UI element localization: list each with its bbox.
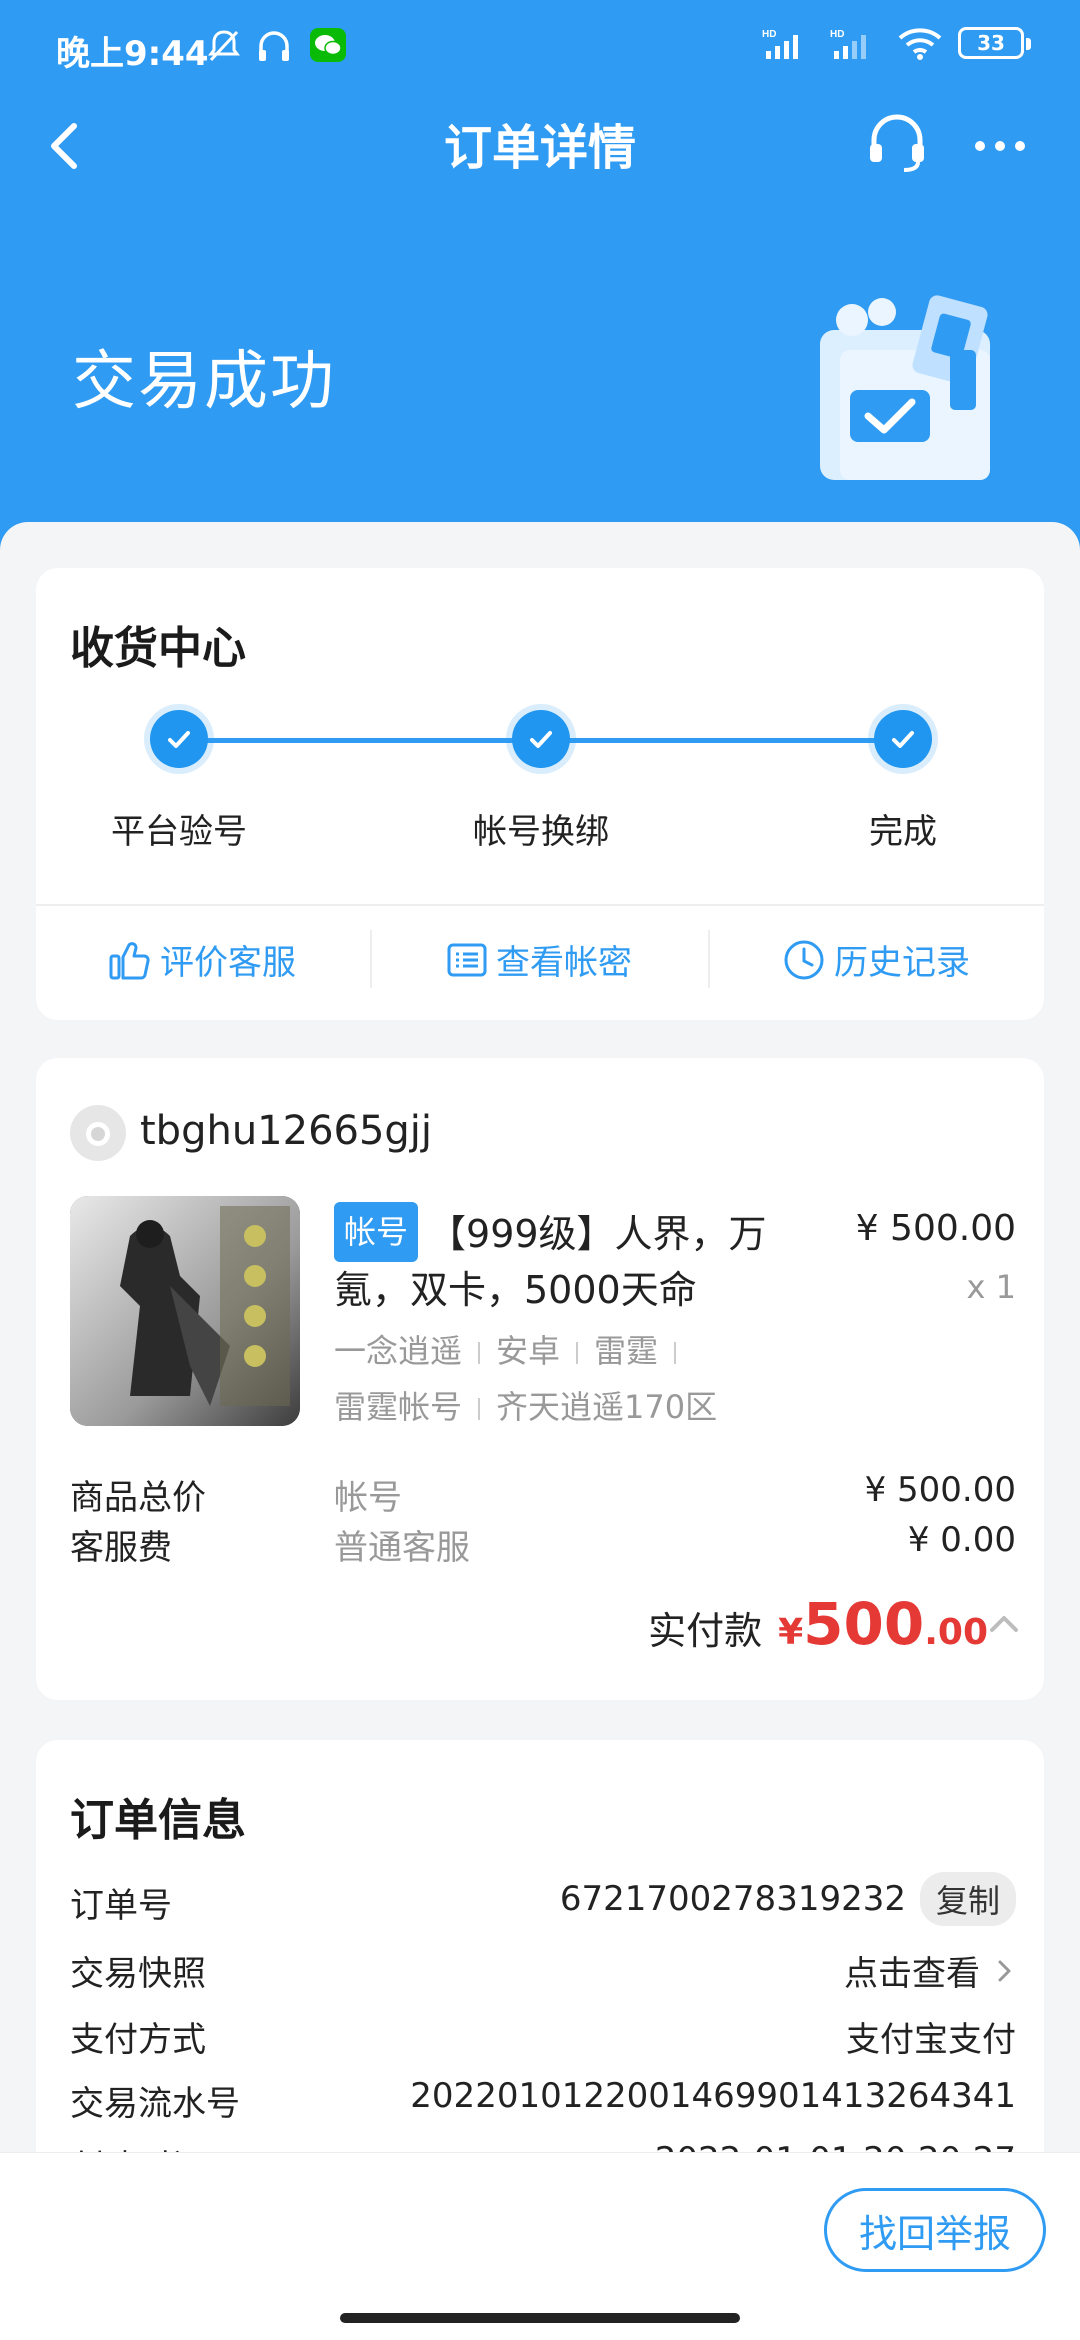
order-number: 6721700278319232 xyxy=(559,1879,906,1919)
amount-paid-decimal: .00 xyxy=(924,1612,988,1653)
thumbs-up-icon xyxy=(109,941,150,979)
copy-button[interactable]: 复制 xyxy=(919,1872,1016,1926)
step-check-1 xyxy=(150,710,208,768)
view-credentials-label: 查看帐密 xyxy=(496,943,632,983)
signal-icon: HD xyxy=(762,29,798,59)
success-illustration xyxy=(820,295,990,480)
amount-paid-label: 实付款 xyxy=(648,1609,763,1653)
order-number-label: 订单号 xyxy=(70,1886,172,1926)
amount-paid-currency: ¥ xyxy=(778,1612,804,1653)
amount-paid-integer: 500 xyxy=(803,1590,925,1658)
progress-line-1 xyxy=(178,738,538,743)
home-indicator xyxy=(340,2313,740,2323)
rate-service-label: 评价客服 xyxy=(160,943,296,983)
signal-icon-2: HD xyxy=(830,29,866,59)
product-thumbnail[interactable] xyxy=(70,1196,300,1426)
headset-status-icon xyxy=(259,31,289,61)
serial-number: 20220101220014699014132643​41 xyxy=(410,2076,1016,2116)
seller-avatar[interactable] xyxy=(70,1105,126,1161)
meta-game: 一念逍遥 xyxy=(334,1332,463,1370)
action-separator xyxy=(370,930,372,988)
order-status-title: 交易成功 xyxy=(72,345,336,419)
battery-indicator: 33 xyxy=(958,27,1031,59)
check-icon xyxy=(530,731,552,748)
order-number-row: 6721700278319232 复制 xyxy=(560,1872,1016,1926)
subtotal-type: 帐号 xyxy=(334,1478,402,1518)
delivery-title: 收货中心 xyxy=(70,623,246,674)
subtotal-value: ¥ 500.00 xyxy=(864,1470,1016,1510)
product-type-tag: 帐号 xyxy=(334,1202,419,1262)
mute-bell-icon xyxy=(208,30,240,62)
view-credentials-button[interactable]: 查看帐密 xyxy=(446,935,632,984)
clock-icon xyxy=(784,940,824,979)
history-button[interactable]: 历史记录 xyxy=(782,935,970,984)
payment-method-label: 支付方式 xyxy=(70,2020,206,2060)
card-divider xyxy=(36,904,1044,906)
meta-server: 齐天逍遥170区 xyxy=(496,1388,718,1426)
recovery-report-button[interactable]: 找回举报 xyxy=(824,2188,1046,2272)
meta-platform: 安卓 xyxy=(496,1332,561,1370)
chevron-up-icon[interactable] xyxy=(986,1608,1022,1638)
more-options-icon[interactable] xyxy=(970,116,1030,176)
product-meta-line-2: 雷霆帐号 齐天逍遥170区 xyxy=(334,1382,717,1428)
signal-hd-label-2: HD xyxy=(830,29,844,40)
meta-channel: 雷霆 xyxy=(594,1332,659,1370)
order-info-title: 订单信息 xyxy=(70,1795,246,1846)
signal-hd-label: HD xyxy=(762,29,776,40)
check-icon xyxy=(892,731,914,748)
service-fee-value: ¥ 0.00 xyxy=(907,1520,1016,1560)
wifi-icon xyxy=(898,28,942,60)
view-snapshot-link[interactable]: 点击查看 xyxy=(844,1946,1016,1995)
snapshot-value: 点击查看 xyxy=(844,1954,980,1994)
progress-line-2 xyxy=(540,738,902,743)
step-check-3 xyxy=(874,710,932,768)
check-icon xyxy=(168,731,190,748)
status-bar: 晚上9:44 HD HD 33 xyxy=(0,0,1080,96)
history-label: 历史记录 xyxy=(834,943,970,983)
product-title[interactable]: 帐号 【999级】人界，万氪，双卡，5000天命 xyxy=(334,1202,804,1318)
amount-paid: 实付款 ¥ 500 .00 xyxy=(648,1590,988,1658)
avatar-placeholder-icon xyxy=(86,1122,110,1146)
battery-level: 33 xyxy=(977,31,1005,55)
service-fee-type: 普通客服 xyxy=(334,1528,470,1568)
serial-number-label: 交易流水号 xyxy=(70,2084,240,2124)
step-label-verify: 平台验号 xyxy=(111,812,247,852)
chevron-right-icon xyxy=(998,1960,1011,1981)
game-character-image xyxy=(70,1196,300,1426)
meta-account-type: 雷霆帐号 xyxy=(334,1388,463,1426)
action-separator xyxy=(708,930,710,988)
service-fee-label: 客服费 xyxy=(70,1528,172,1568)
quantity: x 1 xyxy=(966,1268,1016,1306)
step-check-2 xyxy=(512,710,570,768)
status-time: 晚上9:44 xyxy=(56,34,209,74)
unit-price: ¥ 500.00 xyxy=(855,1208,1016,1249)
navigation-bar: 订单详情 xyxy=(0,96,1080,192)
product-meta-line-1: 一念逍遥 安卓 雷霆 xyxy=(334,1326,692,1372)
wechat-icon xyxy=(310,28,346,62)
payment-method: 支付宝支付 xyxy=(846,2020,1016,2060)
subtotal-label: 商品总价 xyxy=(70,1478,206,1518)
list-icon xyxy=(447,943,487,976)
rate-service-button[interactable]: 评价客服 xyxy=(108,935,296,984)
snapshot-label: 交易快照 xyxy=(70,1954,206,1994)
customer-service-icon[interactable] xyxy=(864,110,930,176)
step-label-rebind: 帐号换绑 xyxy=(473,812,609,852)
step-label-complete: 完成 xyxy=(869,812,937,852)
seller-name[interactable]: tbghu12665gjj xyxy=(140,1108,432,1154)
